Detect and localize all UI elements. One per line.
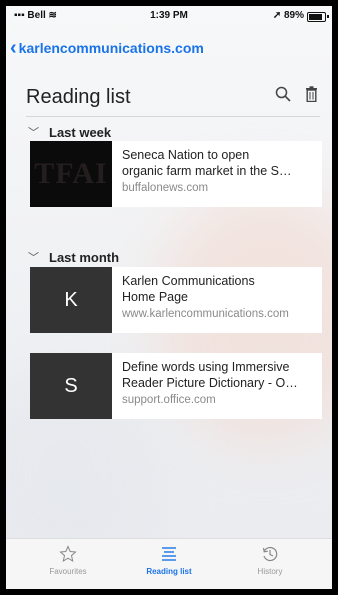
tab-reading-list[interactable]: Reading list xyxy=(129,545,209,576)
letter-thumbnail: S xyxy=(30,353,112,419)
item-title-line: organic farm market in the S… xyxy=(122,164,292,178)
header-divider xyxy=(26,116,320,117)
chevron-down-icon: ﹀ xyxy=(28,127,39,139)
tab-favourites[interactable]: Favourites xyxy=(28,545,108,576)
item-source: support.office.com xyxy=(122,394,216,406)
item-title-line: Reader Picture Dictionary - O… xyxy=(122,376,298,390)
page-title: Reading list xyxy=(26,86,131,108)
list-item[interactable]: K Karlen Communications Home Page www.ka… xyxy=(30,267,322,333)
list-item[interactable]: TFAI Seneca Nation to open organic farm … xyxy=(30,141,322,207)
chevron-left-icon: ‹ xyxy=(10,37,17,59)
trash-icon[interactable] xyxy=(305,86,318,102)
list-item[interactable]: S Define words using Immersive Reader Pi… xyxy=(30,353,322,419)
search-icon[interactable] xyxy=(275,86,291,102)
item-title-line: Home Page xyxy=(122,290,189,304)
section-header-last-month[interactable]: ﹀ Last month xyxy=(28,249,119,265)
item-source: www.karlencommunications.com xyxy=(122,308,289,320)
reading-list-icon xyxy=(162,547,176,561)
section-label: Last week xyxy=(49,124,112,140)
battery-percent: ➚ 89% xyxy=(272,10,304,21)
battery-tip xyxy=(327,15,329,18)
tab-history[interactable]: History xyxy=(230,545,310,576)
chevron-down-icon: ﹀ xyxy=(28,252,39,264)
letter-thumbnail: K xyxy=(30,267,112,333)
status-bar: ▪▪▪ Bell ≋ 1:39 PM ➚ 89% xyxy=(6,6,332,26)
battery-icon xyxy=(307,12,326,22)
article-thumbnail: TFAI xyxy=(30,141,112,207)
item-text: Define words using Immersive Reader Pict… xyxy=(112,353,322,419)
back-label: karlencommunications.com xyxy=(18,40,204,56)
history-icon xyxy=(262,546,278,562)
item-title-line: Define words using Immersive xyxy=(122,360,290,374)
section-label: Last month xyxy=(49,249,120,265)
location-icon: ➚ xyxy=(272,10,284,21)
star-icon xyxy=(59,545,77,563)
tab-label: Favourites xyxy=(49,567,87,576)
item-source: buffalonews.com xyxy=(122,182,209,194)
section-header-last-week[interactable]: ﹀ Last week xyxy=(28,124,111,140)
header-actions xyxy=(275,86,318,102)
phone-screen: ▪▪▪ Bell ≋ 1:39 PM ➚ 89% ‹ karlencommuni… xyxy=(6,6,332,589)
back-button[interactable]: ‹ karlencommunications.com xyxy=(10,38,204,58)
tab-label: Reading list xyxy=(146,567,192,576)
item-text: Seneca Nation to open organic farm marke… xyxy=(112,141,322,207)
item-title-line: Seneca Nation to open xyxy=(122,148,250,162)
item-text: Karlen Communications Home Page www.karl… xyxy=(112,267,322,333)
tab-bar: Favourites Reading list History xyxy=(6,538,332,589)
tab-label: History xyxy=(257,567,283,576)
item-title-line: Karlen Communications xyxy=(122,274,255,288)
